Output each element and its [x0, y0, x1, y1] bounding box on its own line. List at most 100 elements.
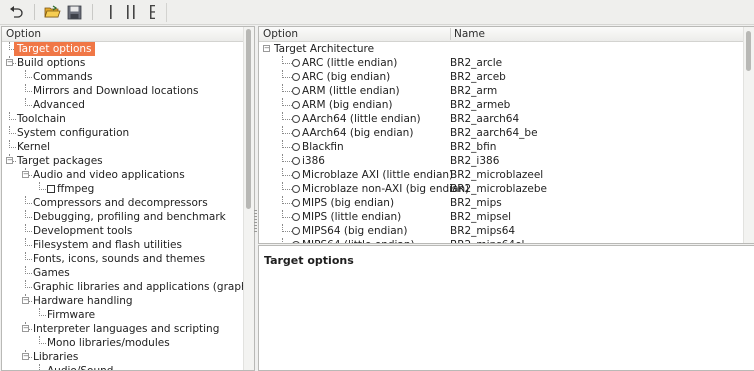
tree-item[interactable]: Kernel: [2, 140, 254, 154]
save-icon[interactable]: [64, 3, 84, 21]
option-row[interactable]: Microblaze AXI (little endian) BR2_microb…: [259, 168, 754, 182]
radio-button-icon[interactable]: [292, 115, 300, 123]
option-label: Microblaze non-AXI (big endian): [302, 183, 470, 195]
option-label: Microblaze AXI (little endian): [302, 169, 454, 181]
tree-item[interactable]: Target options: [2, 42, 254, 56]
tree-item[interactable]: Fonts, icons, sounds and themes: [2, 252, 254, 266]
tree-item[interactable]: Mirrors and Download locations: [2, 84, 254, 98]
radio-button-icon[interactable]: [292, 171, 300, 179]
tree-item[interactable]: − Audio and video applications: [2, 168, 254, 182]
help-panel: Target options: [258, 245, 754, 371]
tree-item[interactable]: Firmware: [2, 308, 254, 322]
tree-item-label: Commands: [33, 71, 93, 83]
tree-item[interactable]: − Target packages: [2, 154, 254, 168]
collapse-icon[interactable]: −: [22, 325, 29, 332]
collapse-icon[interactable]: −: [6, 157, 13, 164]
tree-item[interactable]: − Libraries: [2, 350, 254, 364]
tree-item[interactable]: − Build options: [2, 56, 254, 70]
radio-button-icon[interactable]: [292, 213, 300, 221]
tree-item[interactable]: Mono libraries/modules: [2, 336, 254, 350]
option-row[interactable]: AArch64 (big endian) BR2_aarch64_be: [259, 126, 754, 140]
column-header-option[interactable]: Option: [2, 27, 41, 41]
radio-button-icon[interactable]: [292, 73, 300, 81]
tree-item[interactable]: Debugging, profiling and benchmark: [2, 210, 254, 224]
tree-item[interactable]: Advanced: [2, 98, 254, 112]
checkbox-icon[interactable]: [47, 185, 55, 193]
option-symbol: BR2_bfin: [450, 141, 497, 153]
radio-button-icon[interactable]: [292, 185, 300, 193]
toolbar-separator: [92, 4, 93, 20]
config-tree-scrollbar[interactable]: [243, 27, 254, 370]
option-row[interactable]: ARM (little endian) BR2_arm: [259, 84, 754, 98]
tree-item[interactable]: Games: [2, 266, 254, 280]
tree-guide: [282, 196, 292, 204]
group-label: Target Architecture: [274, 43, 375, 55]
option-row[interactable]: MIPS64 (big endian) BR2_mips64: [259, 224, 754, 238]
tree-item[interactable]: Development tools: [2, 224, 254, 238]
radio-button-icon[interactable]: [292, 87, 300, 95]
option-row[interactable]: AArch64 (little endian) BR2_aarch64: [259, 112, 754, 126]
radio-button-icon[interactable]: [292, 157, 300, 165]
tree-item[interactable]: ffmpeg: [2, 182, 254, 196]
group-row[interactable]: − Target Architecture: [259, 42, 754, 56]
tree-item[interactable]: − Hardware handling: [2, 294, 254, 308]
full-view-icon[interactable]: [143, 3, 163, 21]
tree-guide: [25, 252, 32, 260]
option-symbol: BR2_arceb: [450, 71, 506, 83]
option-row[interactable]: MIPS (big endian) BR2_mips: [259, 196, 754, 210]
column-header-option[interactable]: Option: [259, 27, 298, 41]
scrollbar-thumb[interactable]: [246, 29, 251, 209]
undo-icon[interactable]: [6, 3, 26, 21]
collapse-icon[interactable]: −: [22, 353, 29, 360]
config-tree-panel: Option Target options − Build options Comma…: [1, 26, 255, 371]
radio-button-icon[interactable]: [292, 143, 300, 151]
collapse-icon[interactable]: −: [22, 297, 29, 304]
column-header-name[interactable]: Name: [450, 27, 485, 41]
collapse-icon[interactable]: −: [263, 45, 270, 52]
tree-item[interactable]: Graphic libraries and applications (grap…: [2, 280, 254, 294]
option-row[interactable]: MIPS (little endian) BR2_mipsel: [259, 210, 754, 224]
config-tree: Target options − Build options Commands Mirr…: [2, 42, 254, 371]
tree-item-label: Libraries: [33, 351, 79, 363]
option-symbol: BR2_mips64: [450, 225, 516, 237]
option-symbol: BR2_arcle: [450, 57, 503, 69]
tree-item[interactable]: − Interpreter languages and scripting: [2, 322, 254, 336]
tree-item[interactable]: Compressors and decompressors: [2, 196, 254, 210]
tree-item[interactable]: Audio/Sound: [2, 364, 254, 371]
radio-button-icon[interactable]: [292, 227, 300, 235]
option-row[interactable]: ARM (big endian) BR2_armeb: [259, 98, 754, 112]
tree-item[interactable]: Filesystem and flash utilities: [2, 238, 254, 252]
single-view-icon[interactable]: [101, 3, 121, 21]
option-row[interactable]: ARC (little endian) BR2_arcle: [259, 56, 754, 70]
collapse-icon[interactable]: −: [6, 59, 13, 66]
radio-button-icon[interactable]: [292, 129, 300, 137]
tree-item[interactable]: Toolchain: [2, 112, 254, 126]
splitter-handle[interactable]: [254, 222, 257, 232]
scrollbar-thumb[interactable]: [746, 31, 751, 71]
tree-guide: [25, 266, 32, 274]
options-panel: Option Name − Target Architecture ARC (lit…: [258, 26, 754, 244]
option-label: ARM (big endian): [302, 99, 393, 111]
radio-button-icon[interactable]: [292, 101, 300, 109]
options-scrollbar[interactable]: [743, 27, 754, 243]
tree-item[interactable]: Commands: [2, 70, 254, 84]
option-row[interactable]: MIPS64 (little endian) BR2_mips64el: [259, 238, 754, 243]
splitter-handle[interactable]: [254, 210, 257, 220]
option-row[interactable]: Blackfin BR2_bfin: [259, 140, 754, 154]
tree-guide: [25, 196, 32, 204]
option-row[interactable]: ARC (big endian) BR2_arceb: [259, 70, 754, 84]
option-row[interactable]: Microblaze non-AXI (big endian) BR2_micro…: [259, 182, 754, 196]
collapse-icon[interactable]: −: [22, 171, 29, 178]
tree-item-label: Debugging, profiling and benchmark: [33, 211, 226, 223]
radio-button-icon[interactable]: [292, 199, 300, 207]
tree-item[interactable]: System configuration: [2, 126, 254, 140]
option-row[interactable]: i386 BR2_i386: [259, 154, 754, 168]
open-folder-icon[interactable]: [42, 3, 62, 21]
tree-item-label: Fonts, icons, sounds and themes: [33, 253, 206, 265]
option-symbol: BR2_mips64el: [450, 238, 524, 243]
split-view-icon[interactable]: [121, 3, 141, 21]
radio-button-icon[interactable]: [292, 241, 300, 243]
tree-item-label: Interpreter languages and scripting: [33, 323, 220, 335]
tree-item-label: Audio/Sound: [47, 365, 114, 371]
radio-button-icon[interactable]: [292, 59, 300, 67]
